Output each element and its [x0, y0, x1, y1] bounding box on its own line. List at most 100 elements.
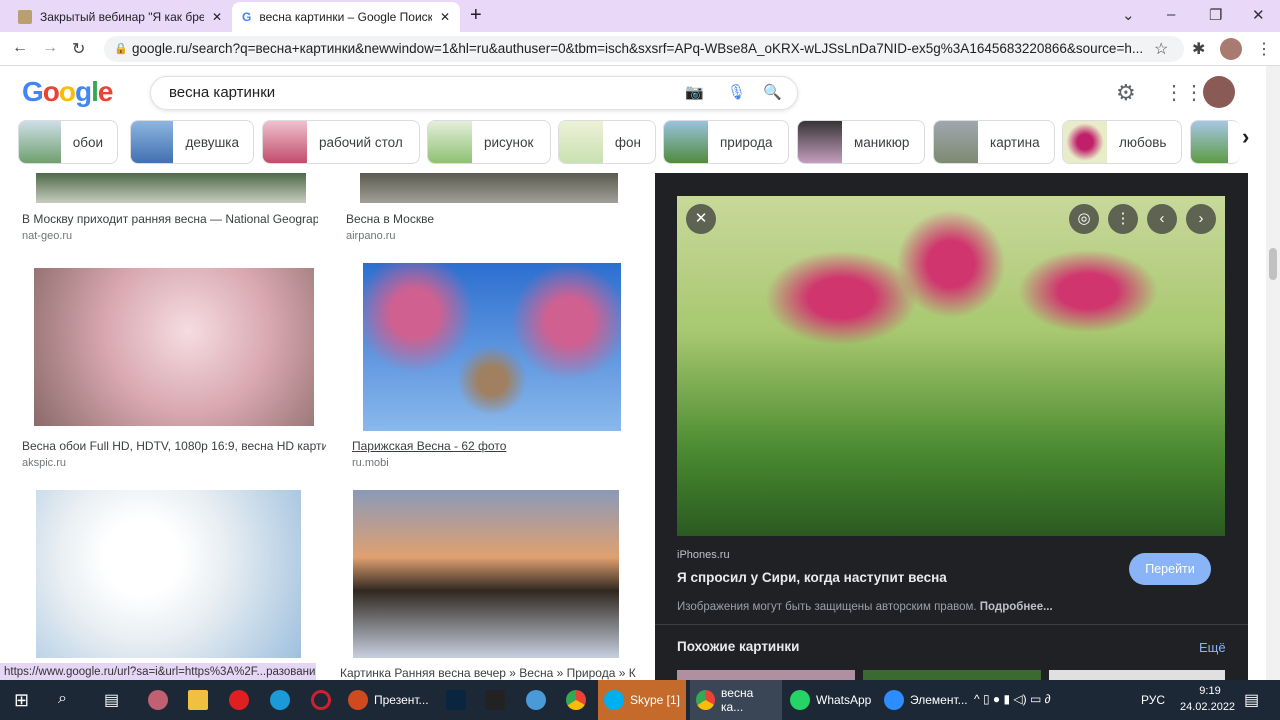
search-icon[interactable]: ⌕ — [58, 690, 67, 708]
new-tab-button[interactable]: + — [470, 4, 482, 27]
chip-more[interactable] — [1190, 120, 1240, 164]
chip-fon[interactable]: фон — [558, 120, 656, 164]
chip-kartina[interactable]: картина — [933, 120, 1055, 164]
clock-time[interactable]: 9:19 — [1188, 685, 1232, 697]
lock-icon: 🔒 — [114, 43, 128, 55]
result-caption[interactable]: Весна в Москве — [346, 212, 636, 226]
taskbar-chrome-window[interactable]: весна ка... — [690, 680, 782, 720]
tab-search-icon[interactable]: ⌄ — [1122, 6, 1135, 24]
reload-icon[interactable]: ↻ — [72, 39, 85, 59]
opera-icon[interactable] — [311, 690, 331, 710]
chip-lyubov[interactable]: любовь — [1062, 120, 1182, 164]
result-caption[interactable]: Картинка Ранняя весна вечер » Весна » Пр… — [340, 666, 636, 680]
result-image[interactable] — [36, 173, 306, 203]
language-indicator[interactable]: РУС — [1141, 693, 1165, 707]
result-image[interactable] — [353, 490, 619, 658]
zoom-icon — [884, 690, 904, 710]
chip-thumbnail — [798, 121, 842, 163]
search-icon[interactable]: 🔍 — [763, 77, 782, 109]
prev-chevron-icon[interactable]: ‹ — [1147, 204, 1177, 234]
tray-icons[interactable]: ^ ▯ ● ▮ ◁) ▭ ∂ — [974, 692, 1051, 706]
learn-more-link[interactable]: Подробнее... — [980, 601, 1053, 613]
visit-button[interactable]: Перейти — [1129, 553, 1211, 585]
close-icon[interactable]: ✕ — [686, 204, 716, 234]
result-caption[interactable]: В Москву приходит ранняя весна — Nationa… — [22, 212, 318, 226]
clock-date[interactable]: 24.02.2022 — [1180, 701, 1235, 713]
result-source: ru.mobi — [352, 457, 389, 469]
status-url: https://www.google.ru/url?sa=i&url=https… — [0, 663, 316, 681]
close-icon[interactable]: ✕ — [440, 10, 450, 24]
taskbar-element[interactable]: Элемент... — [878, 680, 974, 720]
chip-risunok[interactable]: рисунок — [427, 120, 551, 164]
similar-more-link[interactable]: Ещё — [1199, 640, 1226, 655]
yandex-icon[interactable] — [229, 690, 249, 710]
tab-google-search[interactable]: Gвесна картинки – Google Поиск ✕ — [232, 2, 460, 32]
file-explorer-icon[interactable] — [188, 690, 208, 710]
chip-manikyur[interactable]: маникюр — [797, 120, 925, 164]
account-avatar[interactable] — [1203, 76, 1235, 108]
preview-title[interactable]: Я спросил у Сири, когда наступит весна — [677, 570, 947, 585]
profile-avatar[interactable] — [1220, 38, 1242, 60]
chip-rabochiy-stol[interactable]: рабочий стол — [262, 120, 420, 164]
scrollbar[interactable] — [1266, 66, 1280, 680]
similar-image[interactable] — [677, 670, 855, 680]
chip-priroda[interactable]: природа — [663, 120, 789, 164]
result-image[interactable] — [34, 268, 314, 426]
app-icon[interactable] — [485, 690, 505, 710]
similar-image[interactable] — [863, 670, 1041, 680]
settings-gear-icon[interactable]: ⚙ — [1116, 80, 1136, 106]
similar-image[interactable] — [1049, 670, 1225, 680]
result-caption[interactable]: Весна обои Full HD, HDTV, 1080p 16:9, ве… — [22, 439, 326, 453]
windows-start-icon[interactable]: ⊞ — [14, 690, 29, 711]
result-image[interactable] — [363, 263, 621, 431]
task-view-icon[interactable]: ▤ — [104, 690, 119, 710]
taskbar-whatsapp[interactable]: WhatsApp — [784, 680, 877, 720]
chrome-icon[interactable] — [566, 690, 586, 710]
similar-heading: Похожие картинки — [677, 639, 800, 654]
chip-thumbnail — [263, 121, 307, 163]
chip-oboi[interactable]: обои — [18, 120, 118, 164]
preview-image[interactable] — [677, 196, 1225, 536]
mic-icon[interactable]: 🎙 — [727, 77, 746, 109]
chip-thumbnail — [131, 121, 174, 163]
tab-bar: Закрытый вебинар "Я как бренд ✕ Gвесна ка… — [0, 0, 1280, 32]
google-icon: G — [242, 10, 252, 24]
tab-webinar[interactable]: Закрытый вебинар "Я как бренд ✕ — [8, 2, 232, 32]
chips-next-chevron-icon[interactable]: › — [1242, 124, 1249, 150]
app-icon[interactable] — [526, 690, 546, 710]
camera-icon[interactable]: 📷 — [685, 77, 704, 109]
scrollbar-thumb[interactable] — [1269, 248, 1277, 280]
maximize-button[interactable]: ❐ — [1209, 6, 1222, 24]
chip-devushka[interactable]: девушка — [130, 120, 254, 164]
search-input[interactable]: весна картинки 📷 🎙 🔍 — [150, 76, 798, 110]
url-input[interactable]: 🔒 google.ru/search?q=весна+картинки&newwi… — [104, 36, 1184, 62]
taskbar-skype[interactable]: Skype [1] — [598, 680, 686, 720]
result-image[interactable] — [360, 173, 618, 203]
taskbar-powerpoint[interactable]: Презент... — [342, 680, 435, 720]
preview-source[interactable]: iPhones.ru — [677, 549, 730, 561]
close-window-button[interactable]: ✕ — [1252, 6, 1265, 24]
photoshop-icon[interactable] — [446, 690, 466, 710]
chip-thumbnail — [428, 121, 472, 163]
lens-icon[interactable]: ◎ — [1069, 204, 1099, 234]
app-icon[interactable] — [148, 690, 168, 710]
minimize-button[interactable]: – — [1167, 6, 1175, 23]
close-icon[interactable]: ✕ — [212, 10, 222, 24]
apps-grid-icon[interactable]: ⋮⋮ — [1164, 80, 1204, 105]
result-caption[interactable]: Парижская Весна - 62 фото — [352, 439, 642, 453]
notifications-icon[interactable]: ▤ — [1244, 690, 1259, 710]
google-logo[interactable]: Google — [22, 76, 113, 108]
result-image[interactable] — [36, 490, 301, 658]
chip-thumbnail — [1191, 121, 1228, 163]
chip-thumbnail — [1063, 121, 1107, 163]
menu-icon[interactable]: ⋮ — [1256, 39, 1272, 59]
more-vert-icon[interactable]: ⋮ — [1108, 204, 1138, 234]
edge-icon[interactable] — [270, 690, 290, 710]
next-chevron-icon[interactable]: › — [1186, 204, 1216, 234]
bookmark-star-icon[interactable]: ☆ — [1154, 39, 1168, 59]
chip-thumbnail — [664, 121, 708, 163]
back-icon[interactable]: ← — [12, 39, 28, 57]
forward-icon[interactable]: → — [42, 39, 58, 57]
page-icon — [18, 10, 32, 24]
extensions-icon[interactable]: ✱ — [1192, 39, 1205, 59]
